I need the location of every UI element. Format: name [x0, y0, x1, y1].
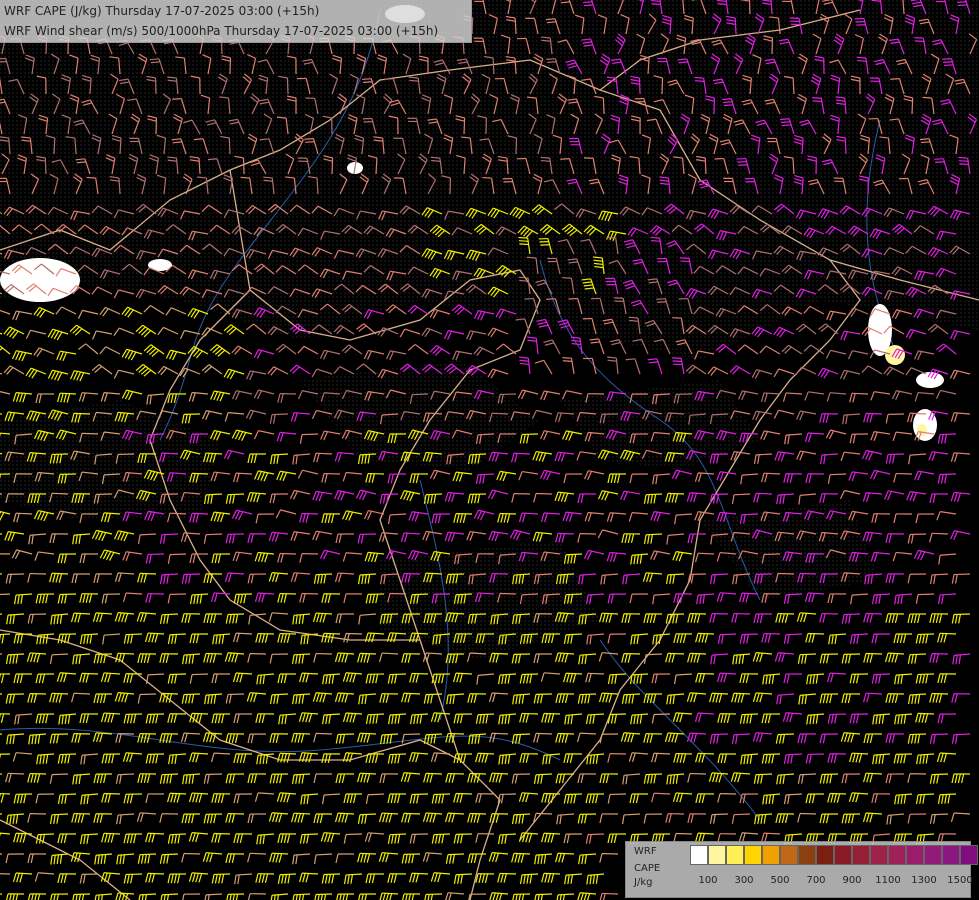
legend-swatch: [744, 845, 762, 865]
legend-tick-label: 900: [842, 875, 862, 886]
legend-swatch: [834, 845, 852, 865]
map-canvas: [0, 0, 979, 900]
legend-color-scale: [690, 845, 978, 865]
legend-tick-label: 700: [806, 875, 826, 886]
legend-tick-label: 100: [698, 875, 718, 886]
legend-model-label: WRF: [634, 846, 657, 857]
legend-tick-label: 1500: [947, 875, 973, 886]
legend-swatch: [816, 845, 834, 865]
legend-swatch: [924, 845, 942, 865]
legend-tick-labels: 100 300 500 700 900 1100 1300 1500: [690, 875, 979, 889]
legend-swatch: [690, 845, 708, 865]
map-title-shear: WRF Wind shear (m/s) 500/1000hPa Thursda…: [4, 24, 439, 38]
cape-patch: [917, 424, 927, 436]
legend-tick-label: 300: [734, 875, 754, 886]
legend-swatch: [708, 845, 726, 865]
legend-swatch: [942, 845, 960, 865]
legend-unit-label: J/kg: [634, 877, 653, 888]
legend-tick-label: 500: [770, 875, 790, 886]
legend-swatch: [726, 845, 744, 865]
cape-legend: WRF CAPE J/kg 100 300 500 700 900 1100 1300 150…: [625, 841, 978, 898]
legend-tick-label: 1300: [911, 875, 937, 886]
legend-swatch: [762, 845, 780, 865]
legend-swatch: [852, 845, 870, 865]
legend-variable-label: CAPE: [634, 863, 661, 874]
map-title-cape: WRF CAPE (J/kg) Thursday 17-07-2025 03:0…: [4, 4, 320, 18]
cape-patch: [885, 345, 905, 365]
legend-swatch: [798, 845, 816, 865]
legend-swatch: [888, 845, 906, 865]
legend-swatch: [780, 845, 798, 865]
legend-tick-label: 1100: [875, 875, 901, 886]
legend-swatch: [906, 845, 924, 865]
legend-swatch: [960, 845, 978, 865]
map-title-box: WRF CAPE (J/kg) Thursday 17-07-2025 03:0…: [0, 0, 472, 43]
legend-swatch: [870, 845, 888, 865]
